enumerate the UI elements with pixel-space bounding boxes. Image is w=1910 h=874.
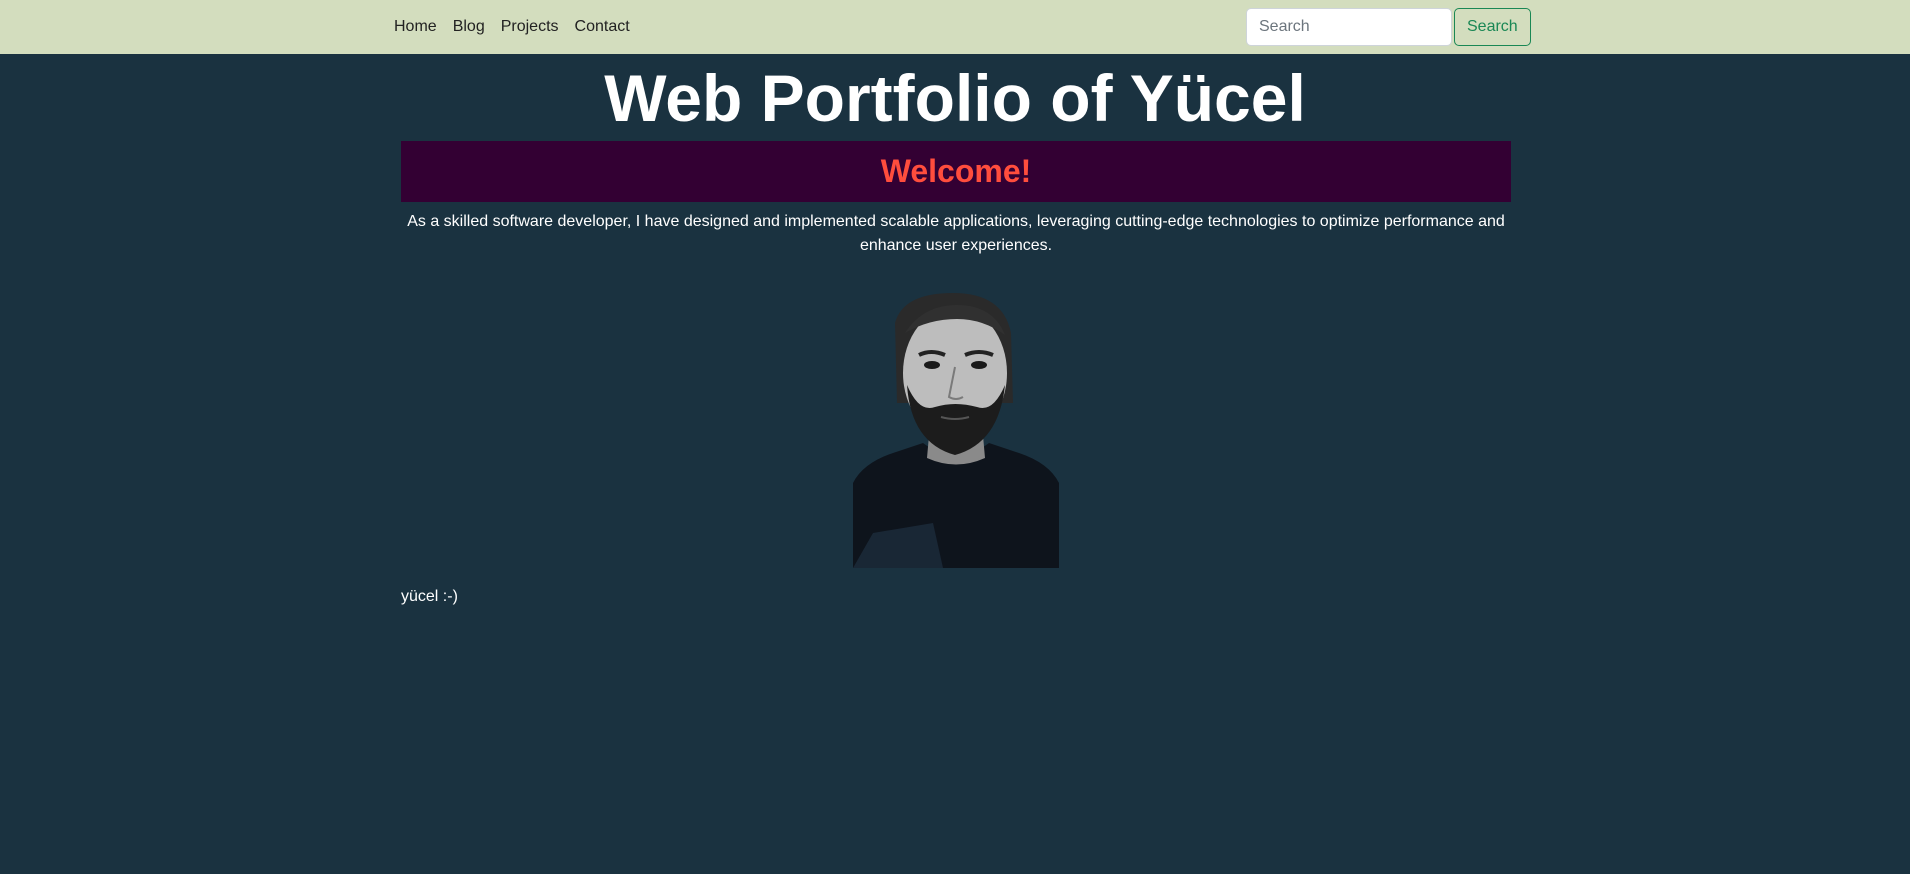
welcome-heading: Welcome! [880, 153, 1032, 189]
page-title: Web Portfolio of Yücel [604, 61, 1306, 135]
nav-link-blog[interactable]: Blog [445, 18, 493, 36]
intro-text: As a skilled software developer, I have … [407, 213, 1505, 254]
navbar: Home Blog Projects Contact Search [0, 0, 1910, 54]
nav-links: Home Blog Projects Contact [386, 0, 638, 54]
portrait-image [853, 293, 1059, 568]
search-form: Search [1246, 8, 1531, 46]
search-button[interactable]: Search [1454, 8, 1531, 46]
nav-link-contact[interactable]: Contact [567, 18, 638, 36]
nav-link-home[interactable]: Home [386, 18, 445, 36]
signature-caption: yücel :-) [401, 588, 458, 605]
search-input[interactable] [1246, 8, 1452, 46]
welcome-banner: Welcome! [401, 141, 1511, 202]
nav-link-projects[interactable]: Projects [493, 18, 567, 36]
